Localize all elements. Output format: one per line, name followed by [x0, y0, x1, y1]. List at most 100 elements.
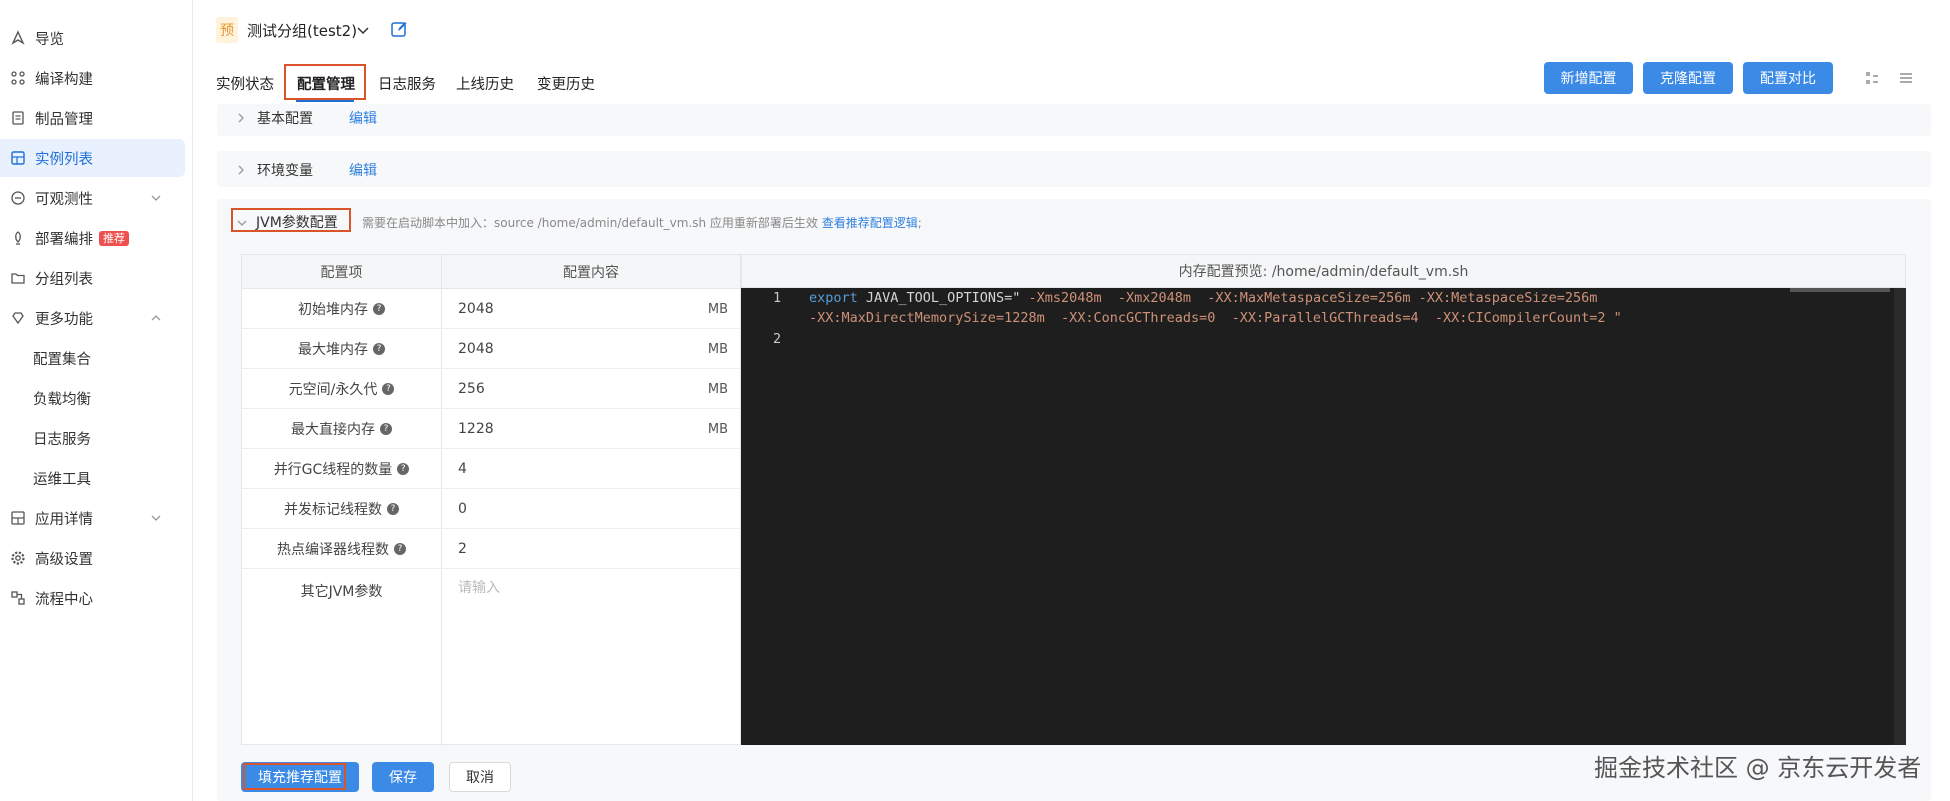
unit-label: MB: [707, 341, 728, 357]
sidebar-item-guide[interactable]: 导览: [0, 19, 185, 57]
jvm-config-title[interactable]: JVM参数配置: [256, 212, 338, 232]
chevron-down-icon[interactable]: [236, 215, 248, 227]
build-icon: [10, 70, 26, 86]
sidebar-item-flow[interactable]: 流程中心: [0, 579, 185, 617]
sidebar: 导览 编译构建 制品管理 实例列表 可观测性 部署编排 推荐 分组列表 更多功能…: [0, 0, 193, 801]
help-icon[interactable]: ?: [380, 423, 392, 435]
list-view-icon[interactable]: [1898, 70, 1914, 86]
sidebar-item-label: 编译构建: [35, 71, 93, 88]
sidebar-item-label: 分组列表: [35, 271, 93, 288]
recommend-logic-link[interactable]: 查看推荐配置逻辑: [822, 216, 918, 230]
table-row: 最大直接内存? 1228 MB: [242, 409, 740, 449]
editor-title: 内存配置预览: /home/admin/default_vm.sh: [741, 254, 1906, 288]
max-direct-memory-input[interactable]: 1228: [458, 409, 494, 449]
jvm-config-hint: 需要在启动脚本中加入：source /home/admin/default_vm…: [362, 214, 922, 231]
basic-config-panel: [217, 104, 1931, 136]
basic-config-title[interactable]: 基本配置: [257, 108, 313, 128]
sidebar-item-deploy[interactable]: 部署编排 推荐: [0, 219, 185, 257]
help-icon[interactable]: ?: [387, 503, 399, 515]
minimap[interactable]: [1790, 288, 1890, 292]
sidebar-item-label: 制品管理: [35, 111, 93, 128]
sidebar-item-label: 负载均衡: [33, 391, 91, 408]
scrollbar[interactable]: [1894, 288, 1906, 745]
tab-change-history[interactable]: 变更历史: [537, 73, 595, 94]
sidebar-item-label: 导览: [35, 31, 64, 48]
conc-gc-threads-input[interactable]: 0: [458, 489, 467, 529]
monitor-icon: [10, 190, 26, 206]
tab-log-service[interactable]: 日志服务: [378, 73, 436, 94]
compiler-threads-input[interactable]: 2: [458, 529, 467, 569]
sidebar-item-config-set[interactable]: 配置集合: [0, 339, 185, 377]
sidebar-item-label: 应用详情: [35, 511, 93, 528]
new-config-button[interactable]: 新增配置: [1544, 62, 1633, 94]
env-config-edit-link[interactable]: 编辑: [349, 160, 377, 180]
parallel-gc-threads-input[interactable]: 4: [458, 449, 467, 489]
sidebar-item-more[interactable]: 更多功能: [0, 299, 185, 337]
group-env-badge: 预: [216, 17, 238, 43]
sidebar-item-label: 更多功能: [35, 311, 93, 328]
list-icon: [10, 150, 26, 166]
app-detail-icon: [10, 510, 26, 526]
sidebar-item-label: 配置集合: [33, 351, 91, 368]
env-config-panel: [217, 151, 1931, 187]
row-label: 初始堆内存?: [242, 289, 441, 329]
table-row: 其它JVM参数 请输入: [242, 569, 740, 745]
compare-config-button[interactable]: 配置对比: [1743, 62, 1833, 94]
table-row: 元空间/永久代? 256 MB: [242, 369, 740, 409]
sidebar-item-advanced[interactable]: 高级设置: [0, 539, 185, 577]
chevron-right-icon[interactable]: [235, 162, 247, 175]
help-icon[interactable]: ?: [373, 303, 385, 315]
highlight-box: [243, 763, 346, 790]
help-icon[interactable]: ?: [382, 383, 395, 395]
column-header-item: 配置项: [242, 255, 441, 289]
row-label: 其它JVM参数: [300, 584, 383, 600]
sidebar-item-load-balance[interactable]: 负载均衡: [0, 379, 185, 417]
sidebar-item-observability[interactable]: 可观测性: [0, 179, 185, 217]
clone-config-button[interactable]: 克隆配置: [1643, 62, 1733, 94]
sidebar-item-build[interactable]: 编译构建: [0, 59, 185, 97]
folder-icon: [10, 270, 26, 286]
group-title[interactable]: 测试分组(test2): [247, 20, 357, 41]
line-number: 1: [773, 290, 782, 306]
save-button[interactable]: 保存: [372, 762, 434, 792]
tab-instance-status[interactable]: 实例状态: [216, 73, 274, 94]
max-heap-input[interactable]: 2048: [458, 329, 494, 369]
chevron-down-icon[interactable]: [355, 22, 371, 38]
code-line: export JAVA_TOOL_OPTIONS=" -Xms2048m -Xm…: [809, 290, 1598, 306]
sidebar-item-log-service[interactable]: 日志服务: [0, 419, 185, 457]
recommend-badge: 推荐: [99, 230, 129, 246]
sidebar-item-artifact[interactable]: 制品管理: [0, 99, 185, 137]
env-config-title[interactable]: 环境变量: [257, 160, 313, 180]
help-icon[interactable]: ?: [373, 343, 385, 355]
tab-release-history[interactable]: 上线历史: [456, 73, 514, 94]
column-header-content: 配置内容: [442, 255, 740, 289]
jvm-hint-text: 需要在启动脚本中加入：source /home/admin/default_vm…: [362, 216, 818, 230]
table-row: 初始堆内存? 2048 MB: [242, 289, 740, 329]
sidebar-item-label: 部署编排: [35, 231, 93, 248]
metaspace-input[interactable]: 256: [458, 369, 485, 409]
tree-view-icon[interactable]: [1864, 70, 1880, 86]
sidebar-item-instances[interactable]: 实例列表: [0, 139, 185, 177]
sidebar-item-label: 运维工具: [33, 471, 91, 488]
edit-icon[interactable]: [390, 20, 408, 38]
other-jvm-params-textarea[interactable]: 请输入: [458, 569, 500, 609]
code-editor[interactable]: 1 export JAVA_TOOL_OPTIONS=" -Xms2048m -…: [741, 288, 1906, 745]
basic-config-edit-link[interactable]: 编辑: [349, 108, 377, 128]
row-label: 并行GC线程的数量?: [242, 449, 441, 489]
chevron-right-icon[interactable]: [235, 110, 247, 123]
sidebar-item-label: 日志服务: [33, 431, 91, 448]
tab-active-indicator: [296, 100, 354, 102]
sidebar-item-ops-tools[interactable]: 运维工具: [0, 459, 185, 497]
unit-label: MB: [707, 301, 728, 317]
help-icon[interactable]: ?: [397, 463, 410, 475]
row-label: 最大堆内存?: [242, 329, 441, 369]
help-icon[interactable]: ?: [394, 543, 406, 555]
table-row: 并行GC线程的数量? 4: [242, 449, 740, 489]
unit-label: MB: [707, 381, 728, 397]
chevron-down-icon: [149, 191, 163, 205]
sidebar-item-app-detail[interactable]: 应用详情: [0, 499, 185, 537]
cancel-button[interactable]: 取消: [449, 762, 511, 792]
sidebar-item-groups[interactable]: 分组列表: [0, 259, 185, 297]
artifact-icon: [10, 110, 26, 126]
initial-heap-input[interactable]: 2048: [458, 289, 494, 329]
